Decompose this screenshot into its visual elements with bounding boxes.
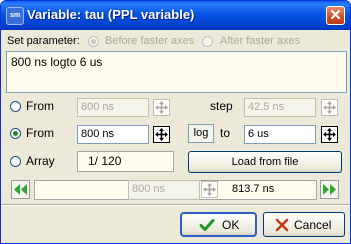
log-toggle[interactable]: log bbox=[188, 124, 214, 143]
array-radio[interactable] bbox=[10, 156, 21, 167]
before-faster-axes-radio[interactable] bbox=[88, 36, 99, 47]
from-to-from-spin-icon[interactable] bbox=[153, 126, 170, 143]
variable-dialog: sm Variable: tau (PPL variable) ✕ Set pa… bbox=[0, 0, 351, 244]
close-button[interactable]: ✕ bbox=[326, 6, 345, 25]
from-step-from-field[interactable]: 800 ns bbox=[77, 98, 149, 117]
step-field[interactable]: 42.5 ns bbox=[244, 98, 316, 117]
app-icon: sm bbox=[6, 7, 24, 25]
after-faster-axes-radio[interactable] bbox=[202, 36, 213, 47]
nav-next-button[interactable] bbox=[320, 180, 339, 199]
load-from-file-button[interactable]: Load from file bbox=[188, 151, 342, 173]
ok-button[interactable]: OK bbox=[180, 212, 257, 237]
double-chevron-left-icon bbox=[14, 184, 27, 195]
from-step-label: From bbox=[26, 99, 54, 113]
cancel-label: Cancel bbox=[294, 218, 332, 232]
expression-textarea[interactable]: 800 ns logto 6 us bbox=[6, 51, 347, 93]
check-icon bbox=[199, 219, 215, 231]
ok-label: OK bbox=[222, 218, 240, 232]
to-spin-icon[interactable] bbox=[321, 126, 338, 143]
window-title: Variable: tau (PPL variable) bbox=[27, 7, 195, 22]
after-faster-axes-label: After faster axes bbox=[220, 35, 301, 47]
cancel-button[interactable]: Cancel bbox=[263, 212, 345, 237]
from-to-radio[interactable] bbox=[10, 128, 21, 139]
step-spin-icon[interactable] bbox=[321, 99, 338, 116]
double-chevron-right-icon bbox=[323, 184, 336, 195]
navigator-current-field[interactable]: 800 ns bbox=[128, 180, 200, 200]
array-index-field[interactable]: 1/ 120 bbox=[77, 151, 174, 172]
before-faster-axes-label: Before faster axes bbox=[105, 35, 195, 47]
from-to-label: From bbox=[26, 126, 54, 140]
to-field[interactable]: 6 us bbox=[244, 125, 316, 144]
x-icon bbox=[275, 218, 289, 232]
from-step-radio[interactable] bbox=[10, 101, 21, 112]
footer-divider bbox=[1, 204, 350, 206]
from-step-from-spin-icon[interactable] bbox=[153, 99, 170, 116]
to-label: to bbox=[220, 126, 231, 140]
from-to-from-field[interactable]: 800 ns bbox=[77, 125, 149, 144]
nav-prev-button[interactable] bbox=[11, 180, 30, 199]
set-parameter-label: Set parameter: bbox=[7, 35, 80, 47]
navigator-spin-icon[interactable] bbox=[201, 181, 218, 198]
step-label: step bbox=[210, 99, 233, 113]
navigator-computed-value: 813.7 ns bbox=[232, 183, 275, 195]
array-label: Array bbox=[26, 154, 55, 168]
title-bar[interactable]: sm Variable: tau (PPL variable) ✕ bbox=[1, 1, 350, 30]
